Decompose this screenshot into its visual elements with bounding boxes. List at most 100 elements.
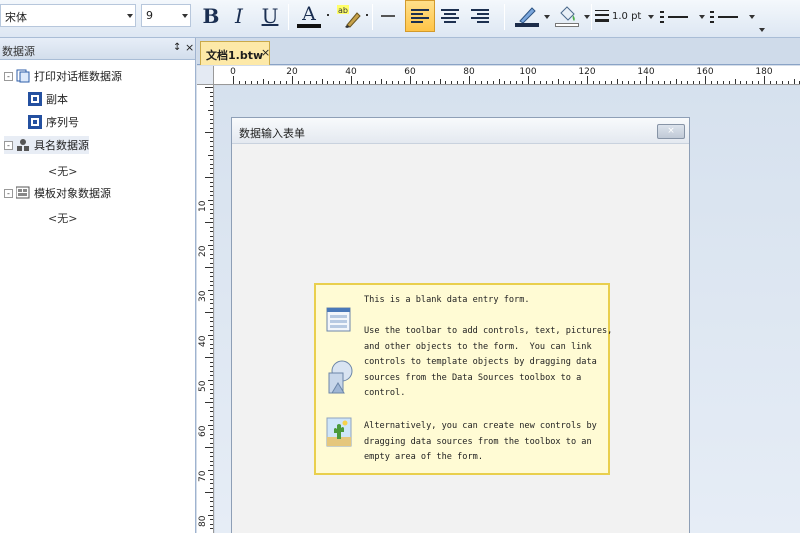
ruler-tick xyxy=(775,81,777,84)
pen-color-button[interactable] xyxy=(512,2,542,30)
ruler-tick xyxy=(274,81,276,84)
close-icon[interactable]: × xyxy=(261,46,270,59)
panel-title: 数据源 xyxy=(2,45,35,58)
collapse-icon[interactable]: - xyxy=(4,140,13,150)
ruler-tick xyxy=(210,231,213,232)
ruler-tick xyxy=(669,81,671,84)
ruler-tick xyxy=(410,76,411,84)
ruler-tick xyxy=(492,81,494,84)
form-close-button[interactable]: × xyxy=(657,124,685,139)
ruler-tick xyxy=(327,81,329,84)
align-left-button[interactable] xyxy=(405,0,435,32)
ruler-tick xyxy=(208,289,213,291)
italic-button[interactable]: I xyxy=(228,2,250,30)
ruler-tick xyxy=(205,312,213,313)
toolbar-overflow-icon[interactable] xyxy=(759,28,765,32)
tree-item-copies[interactable]: 副本 xyxy=(28,90,68,108)
ruler-tick xyxy=(716,81,718,84)
ruler-tick xyxy=(528,76,529,84)
chevron-down-icon xyxy=(544,15,550,19)
ruler-tick xyxy=(210,519,213,520)
fill-color-button[interactable] xyxy=(552,2,582,30)
ruler-tick xyxy=(587,76,588,84)
ruler-tick xyxy=(210,420,213,421)
ruler-tick xyxy=(210,136,213,138)
line-style-button[interactable] xyxy=(377,2,399,30)
align-right-icon xyxy=(471,9,489,23)
ruler-tick xyxy=(210,339,213,340)
ruler-tick xyxy=(210,483,213,484)
font-size-value: 9 xyxy=(146,9,153,22)
template-object-icon xyxy=(15,186,30,200)
ruler-tick xyxy=(752,81,754,84)
font-color-icon: A xyxy=(302,3,316,25)
data-sources-panel: 数据源 ↕ × - 打印对话框数据源 副本 序列号 - 具名数据源 <无> - xyxy=(0,38,196,533)
ruler-tick xyxy=(210,505,213,507)
font-name-combo[interactable]: 宋体 xyxy=(0,4,136,27)
align-center-button[interactable] xyxy=(437,2,463,30)
collapse-icon[interactable]: - xyxy=(4,71,13,81)
align-center-icon xyxy=(441,9,459,23)
font-size-combo[interactable]: 9 xyxy=(141,4,191,27)
tree-item-named-sources[interactable]: - 具名数据源 xyxy=(4,136,89,154)
dropdown-dot-icon xyxy=(366,14,368,16)
ruler-tick xyxy=(451,81,453,84)
ruler-tick xyxy=(433,81,435,84)
ruler-label: 60 xyxy=(198,425,208,437)
paint-bucket-icon xyxy=(560,6,575,21)
field-icon xyxy=(28,92,42,106)
ruler-tick xyxy=(210,208,213,210)
underline-button[interactable]: U xyxy=(258,2,282,30)
ruler-label: 20 xyxy=(198,245,208,257)
ruler-tick xyxy=(386,81,388,84)
ruler-tick xyxy=(705,76,706,84)
pen-color-swatch xyxy=(515,23,539,27)
ruler-tick xyxy=(545,81,547,84)
line-width-combo[interactable]: 1.0 pt xyxy=(595,2,655,30)
ruler-tick xyxy=(268,81,270,84)
ruler-tick xyxy=(592,81,594,84)
font-color-swatch xyxy=(297,24,321,28)
dropdown-dot-icon xyxy=(327,14,329,16)
tab-document[interactable]: 文档1.btw × xyxy=(200,41,270,65)
ruler-tick xyxy=(651,81,653,84)
tree-item-print-dialog-sources[interactable]: - 打印对话框数据源 xyxy=(4,67,122,85)
align-right-button[interactable] xyxy=(467,2,493,30)
ruler-tick xyxy=(210,114,213,115)
ruler-tick xyxy=(486,81,488,84)
ruler-tick xyxy=(208,244,213,246)
ruler-tick xyxy=(339,81,341,84)
ruler-tick xyxy=(208,469,213,471)
ruler-tick xyxy=(793,79,795,84)
ruler-tick xyxy=(205,87,213,88)
line-ends-button[interactable] xyxy=(707,2,747,30)
ruler-tick xyxy=(205,132,213,133)
ruler-tick xyxy=(210,168,213,169)
ruler-tick xyxy=(569,81,571,84)
close-icon[interactable]: × xyxy=(185,41,194,54)
ruler-tick xyxy=(210,384,213,385)
ruler-tick xyxy=(210,411,213,412)
ruler-tick xyxy=(210,190,213,192)
highlighter-icon: ab xyxy=(337,5,361,28)
ruler-tick xyxy=(210,141,213,142)
ruler-tick xyxy=(210,91,213,93)
highlight-button[interactable]: ab xyxy=(333,2,363,30)
named-source-icon xyxy=(16,138,30,152)
collapse-icon[interactable]: - xyxy=(4,188,13,198)
dash-style-button[interactable] xyxy=(657,2,697,30)
ruler-tick xyxy=(210,213,213,214)
ruler-tick xyxy=(693,81,695,84)
tree-item-template-object-sources[interactable]: - 模板对象数据源 xyxy=(4,184,111,202)
ruler-tick xyxy=(210,330,213,331)
ruler-tick xyxy=(292,76,293,84)
ruler-tick xyxy=(210,352,213,354)
tree-item-serial-number[interactable]: 序列号 xyxy=(28,113,79,131)
ruler-tick xyxy=(210,145,213,147)
font-color-button[interactable]: A xyxy=(294,2,324,30)
form-title-bar[interactable]: 数据输入表单 × xyxy=(232,118,689,144)
bold-button[interactable]: B xyxy=(200,2,222,30)
pin-icon[interactable]: ↕ xyxy=(173,42,181,53)
ruler-tick xyxy=(628,81,630,84)
ruler-label: 30 xyxy=(198,290,208,302)
